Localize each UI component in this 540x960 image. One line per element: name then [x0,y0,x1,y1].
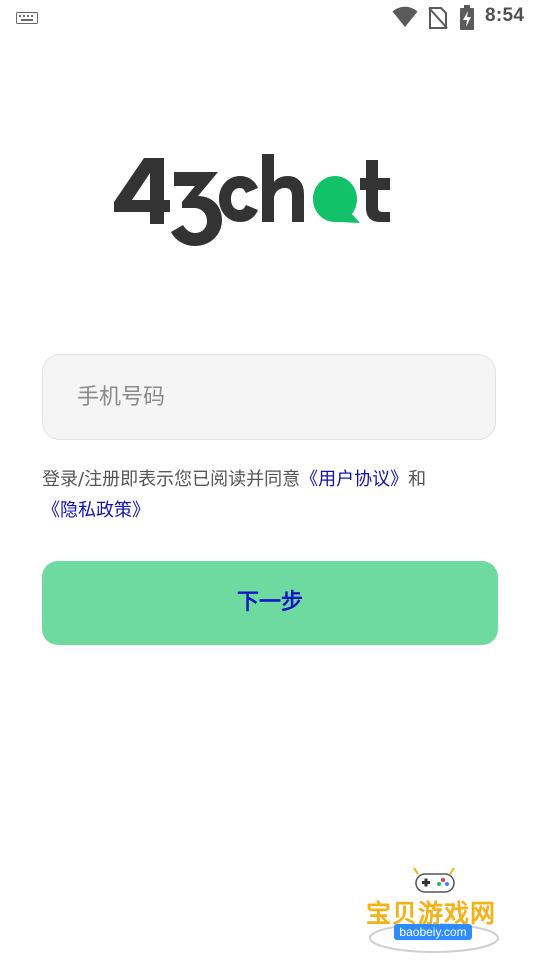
status-time: 8:54 [485,5,525,26]
status-bar: 8:54 [0,0,540,36]
agreement-prefix: 登录/注册即表示您已阅读并同意 [42,469,301,490]
keyboard-icon [16,12,38,24]
app-logo [114,154,390,246]
battery-charging-icon [460,5,474,30]
privacy-policy-link[interactable]: 《隐私政策》 [42,500,150,521]
no-sim-icon [428,7,448,29]
wifi-icon [392,6,418,28]
watermark-domain: baobeiy.com [394,924,472,940]
watermark-logo: 宝贝游戏网 baobeiy.com [362,866,512,956]
phone-number-input[interactable] [43,355,495,439]
phone-number-field[interactable] [42,354,496,440]
agreement-and: 和 [408,469,427,490]
user-agreement-link[interactable]: 《用户协议》 [300,469,408,490]
agreement-text: 登录/注册即表示您已阅读并同意《用户协议》和《隐私政策》 [42,464,482,526]
next-step-button[interactable]: 下一步 [42,561,498,645]
